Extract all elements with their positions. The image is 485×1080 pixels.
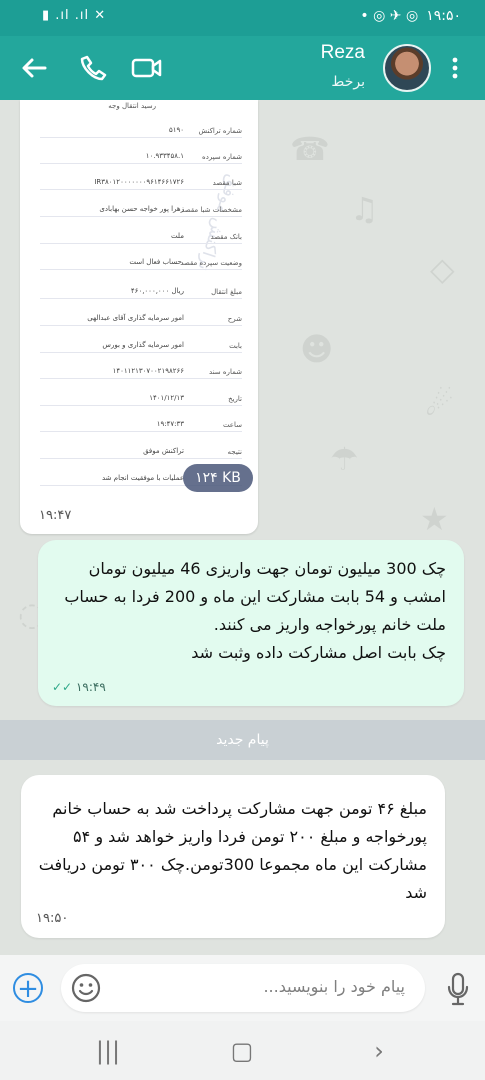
receipt-row: بابت امور سرمایه گذاری و بورس bbox=[40, 338, 242, 353]
receipt-row: تاریخ ۱۴۰۱/۱۲/۱۳ bbox=[40, 391, 242, 406]
chat-header: Reza برخط bbox=[0, 36, 485, 100]
notification-icons: • ◎ ✈ ◎ bbox=[360, 8, 419, 24]
chat-doodle-icon: ☎ bbox=[290, 130, 330, 168]
smiley-icon bbox=[71, 973, 101, 1003]
microphone-icon bbox=[447, 972, 469, 1006]
voice-message-button[interactable] bbox=[444, 972, 472, 1006]
recent-apps-button[interactable]: ||| bbox=[85, 1033, 131, 1069]
receipt-image-message[interactable]: رسید انتقال وجه تراکنش موفق شماره تراکنش… bbox=[20, 100, 258, 534]
receipt-row: مبلغ انتقال ۴۶۰,۰۰۰,۰۰۰ ریال bbox=[40, 284, 242, 299]
message-time: ۱۹:۴۷ bbox=[39, 508, 72, 523]
status-right-group: • ◎ ✈ ◎ ۱۹:۵۰ bbox=[360, 8, 461, 24]
chat-doodle-icon: ★ bbox=[420, 500, 449, 538]
emoji-button[interactable] bbox=[71, 973, 101, 1003]
chat-doodle-icon: ☂ bbox=[330, 440, 359, 478]
status-time: ۱۹:۵۰ bbox=[426, 8, 461, 24]
receipt-row: نتیجه تراکنش موفق bbox=[40, 444, 242, 459]
chat-doodle-icon: ☻ bbox=[300, 330, 334, 368]
message-time: ۱۹:۴۹ bbox=[75, 680, 106, 694]
more-options-button[interactable] bbox=[437, 50, 473, 86]
outgoing-message[interactable]: چک 300 میلیون تومان جهت واریزی 46 میلیون… bbox=[38, 540, 464, 706]
contact-status: برخط bbox=[331, 74, 365, 90]
receipt-row: ساعت ۱۹:۴۷:۳۳ bbox=[40, 417, 242, 432]
message-input-container[interactable] bbox=[61, 964, 425, 1012]
plus-icon: + bbox=[17, 974, 39, 1004]
read-receipt-icon: ✓✓ ۱۹:۴۹ bbox=[52, 680, 106, 694]
status-left-icons: ▮ .ıl .ıl ✕ bbox=[42, 8, 107, 23]
chat-area[interactable]: ☎ ♫ ◇ ☻ ☄ ☂ ★ ◌ رسید انتقال وجه تراکنش م… bbox=[0, 100, 485, 955]
receipt-row: شبا مقصد IR۳۸۰۱۲۰۰۰۰۰۰۰۹۶۱۴۶۶۱۷۲۶ bbox=[40, 175, 242, 190]
receipt-row: شرح امور سرمایه گذاری آقای عبدالهی bbox=[40, 311, 242, 326]
arrow-left-icon bbox=[22, 58, 47, 78]
contact-avatar[interactable] bbox=[383, 44, 431, 92]
status-bar: ▮ .ıl .ıl ✕ • ◎ ✈ ◎ ۱۹:۵۰ bbox=[0, 0, 485, 36]
new-messages-divider: پیام جدید bbox=[0, 720, 485, 760]
chat-doodle-icon: ☄ bbox=[425, 385, 454, 423]
receipt-row: شماره تراکنش ۵۱۹۰ bbox=[40, 123, 242, 138]
add-attachment-button[interactable]: + bbox=[13, 973, 43, 1003]
contact-name[interactable]: Reza bbox=[321, 42, 365, 64]
message-input[interactable] bbox=[153, 976, 407, 997]
video-camera-icon bbox=[131, 58, 162, 78]
incoming-message-text: مبلغ ۴۶ تومن جهت مشارکت پرداخت شد به حسا… bbox=[38, 799, 427, 902]
voice-call-button[interactable] bbox=[75, 50, 111, 86]
receipt-row: بانک مقصد ملت bbox=[40, 229, 242, 244]
chat-doodle-icon: ◇ bbox=[430, 250, 455, 288]
message-time: ۱۹:۵۰ bbox=[36, 911, 69, 926]
phone-icon bbox=[80, 55, 107, 81]
vertical-dots-icon bbox=[452, 57, 458, 79]
receipt-title: رسید انتقال وجه bbox=[108, 102, 156, 110]
system-back-button[interactable]: › bbox=[356, 1033, 402, 1069]
chat-doodle-icon: ♫ bbox=[350, 190, 379, 228]
video-call-button[interactable] bbox=[129, 50, 165, 86]
home-button[interactable]: ▢ bbox=[219, 1033, 265, 1069]
receipt-row: مشخصات شبا مقصد زهرا پور خواجه حسن بهاباد… bbox=[40, 202, 242, 217]
system-navigation-bar: ||| ▢ › bbox=[0, 1021, 485, 1080]
outgoing-message-text: چک 300 میلیون تومان جهت واریزی 46 میلیون… bbox=[64, 559, 446, 662]
receipt-row: شماره سند ۱۴۰۱۱۲۱۳۰۷۰۰۲۱۹۸۲۶۶ bbox=[40, 364, 242, 379]
receipt-row: شماره سپرده ۱۰.۹۳۳۴۵۸.۱ bbox=[40, 149, 242, 164]
file-size-badge[interactable]: ۱۲۴ KB bbox=[183, 464, 253, 492]
back-button[interactable] bbox=[16, 50, 52, 86]
receipt-row: وضعیت سپرده مقصد حساب فعال است. bbox=[40, 255, 242, 270]
incoming-message[interactable]: مبلغ ۴۶ تومن جهت مشارکت پرداخت شد به حسا… bbox=[21, 775, 445, 938]
message-composer: + bbox=[0, 955, 485, 1021]
receipt-image[interactable]: رسید انتقال وجه تراکنش موفق شماره تراکنش… bbox=[28, 100, 253, 498]
